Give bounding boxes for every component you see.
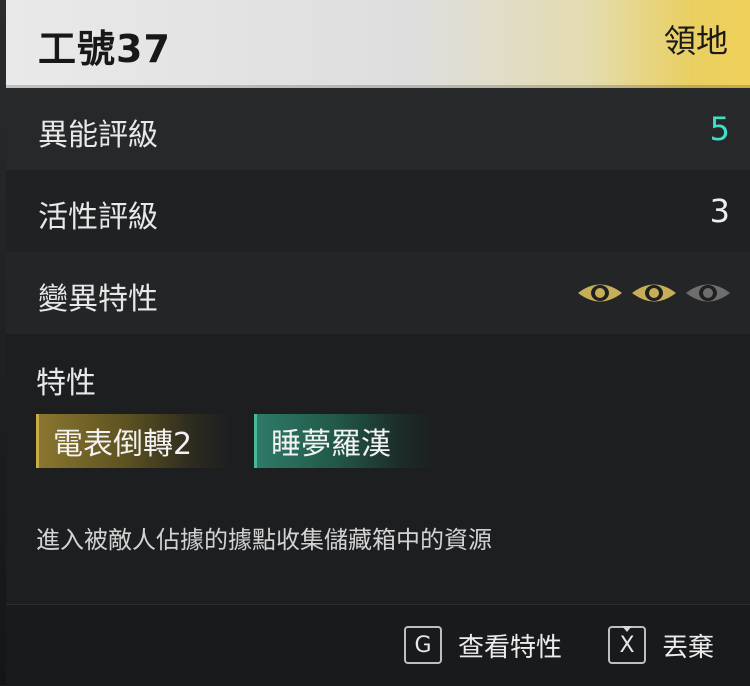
stat-label: 活性評級 <box>38 200 158 235</box>
stat-row-ability-rating: 異能評級 5 <box>6 88 750 170</box>
discard-label: 丟棄 <box>662 632 715 663</box>
stat-label: 變異特性 <box>38 282 158 317</box>
mutation-level-indicator <box>576 280 732 306</box>
traits-heading: 特性 <box>36 366 96 401</box>
key-letter: G <box>414 632 432 658</box>
key-letter: X <box>619 632 635 658</box>
x-key-icon: X <box>608 626 646 664</box>
discard-button[interactable]: X 丟棄 <box>608 623 714 667</box>
item-detail-panel: 工號37 領地 異能評級 5 活性評級 3 變異特性 特性 電表倒轉2 睡夢羅漢… <box>0 0 750 686</box>
item-title: 工號37 <box>38 27 171 71</box>
action-bar: G 查看特性 X 丟棄 <box>6 604 750 686</box>
stat-row-activity-rating: 活性評級 3 <box>6 170 750 252</box>
view-traits-button[interactable]: G 查看特性 <box>404 623 562 667</box>
trait-chip[interactable]: 睡夢羅漢 <box>254 414 434 468</box>
view-traits-label: 查看特性 <box>458 632 563 663</box>
eye-icon <box>578 284 622 302</box>
stat-value: 5 <box>709 110 730 148</box>
g-key-icon: G <box>404 626 442 664</box>
trait-chip[interactable]: 電表倒轉2 <box>36 414 232 468</box>
stat-label: 異能評級 <box>38 118 158 153</box>
item-description: 進入被敵人佔據的據點收集儲藏箱中的資源 <box>36 526 492 554</box>
stat-row-mutation: 變異特性 <box>6 252 750 334</box>
eye-icon <box>632 284 676 302</box>
traits-section: 特性 電表倒轉2 睡夢羅漢 進入被敵人佔據的據點收集儲藏箱中的資源 <box>6 334 750 604</box>
stat-value: 3 <box>709 192 730 230</box>
eye-icon <box>686 284 730 302</box>
item-category-tag: 領地 <box>663 22 728 60</box>
hold-indicator-icon <box>622 626 632 632</box>
panel-header: 工號37 領地 <box>6 0 750 88</box>
